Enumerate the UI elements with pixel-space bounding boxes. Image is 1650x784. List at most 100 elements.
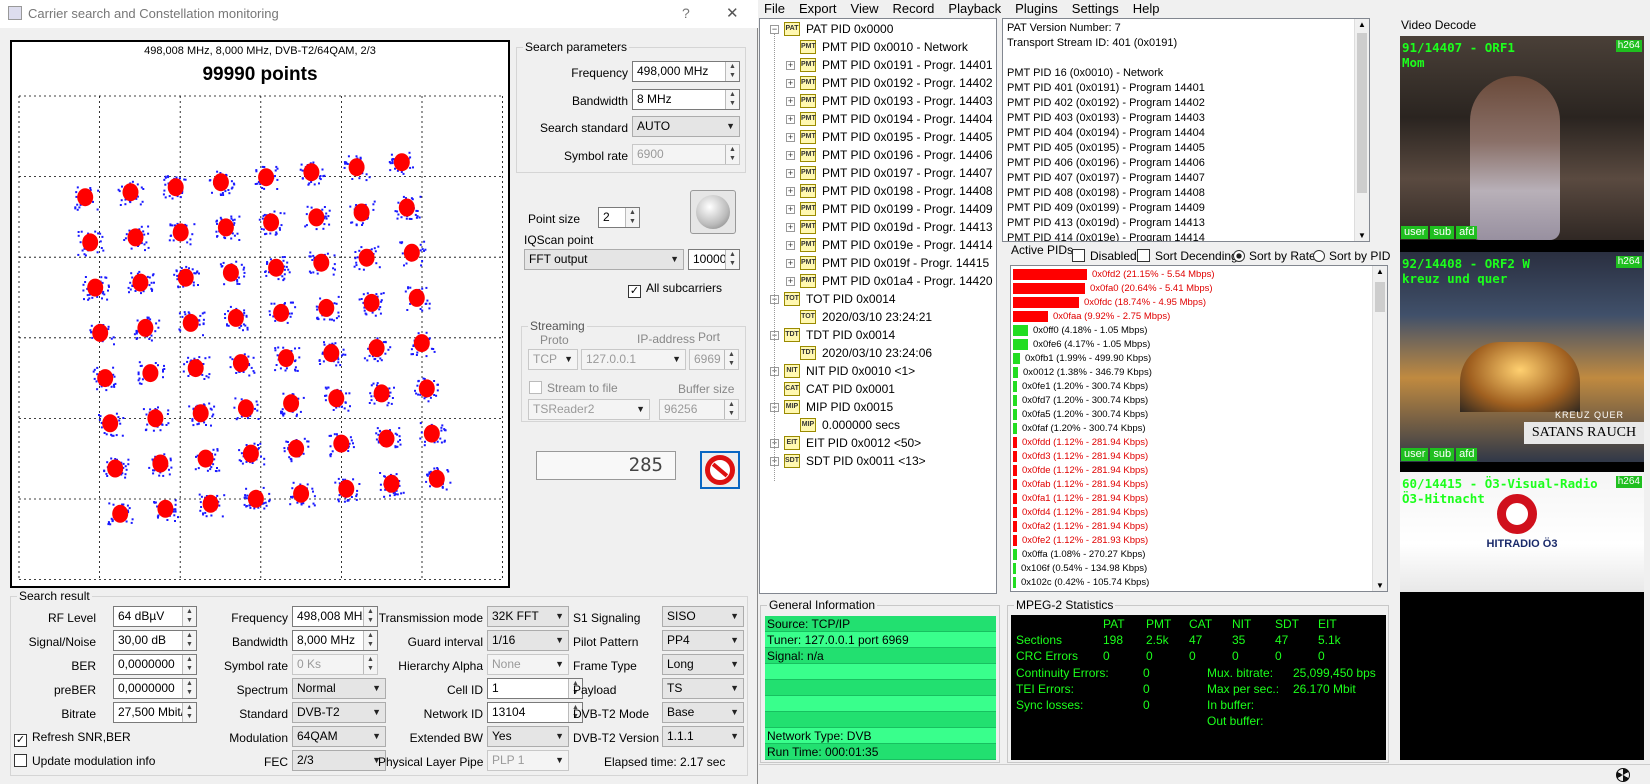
s1-signaling-select[interactable]: SISO ▼ (662, 606, 744, 627)
tree-item[interactable]: TOT 2020/03/10 23:24:21 (760, 308, 996, 326)
video-tag[interactable]: afd (1456, 226, 1478, 239)
tree-item[interactable]: − PAT PAT PID 0x0000 (760, 20, 996, 38)
tree-item[interactable]: + EIT EIT PID 0x0012 <50> (760, 434, 996, 452)
tree-item[interactable]: MIP 0.000000 secs (760, 416, 996, 434)
snr-input[interactable]: 30,00 dB ▲ ▼ (113, 630, 197, 651)
update-modulation-checkbox[interactable]: Update modulation info (14, 754, 155, 768)
iqscan-select[interactable]: FFT output ▼ (524, 249, 684, 270)
expand-icon[interactable]: + (786, 79, 795, 88)
t2-version-select[interactable]: 1.1.1 ▼ (662, 726, 744, 747)
result-frequency-input[interactable]: 498,008 MHz ▲ ▼ (292, 606, 378, 627)
spin-arrows-icon[interactable]: ▲ ▼ (182, 655, 196, 674)
tree-item[interactable]: + SDT SDT PID 0x0011 <13> (760, 452, 996, 470)
refresh-snr-checkbox[interactable]: ✓ Refresh SNR,BER (14, 730, 131, 747)
expand-icon[interactable]: + (786, 277, 795, 286)
rf-level-input[interactable]: 64 dBµV ▲ ▼ (113, 606, 197, 627)
pid-bar-row[interactable]: 0x0fab (1.12% - 281.94 Kbps) (1013, 478, 1371, 491)
standard-select[interactable]: DVB-T2 ▼ (292, 702, 386, 723)
extended-bw-select[interactable]: Yes ▼ (487, 726, 569, 747)
spin-arrows-icon[interactable]: ▲ ▼ (625, 208, 639, 227)
menu-settings[interactable]: Settings (1072, 1, 1119, 16)
menu-record[interactable]: Record (892, 1, 934, 16)
scroll-down-icon[interactable]: ▼ (1358, 231, 1366, 240)
pid-bar-row[interactable]: 0x0fe2 (1.12% - 281.93 Kbps) (1013, 534, 1371, 547)
scroll-up-icon[interactable]: ▲ (1358, 20, 1366, 29)
spin-arrows-icon[interactable]: ▲ ▼ (182, 679, 196, 698)
expand-icon[interactable]: + (786, 133, 795, 142)
expand-icon[interactable]: + (786, 169, 795, 178)
stream-to-file-checkbox[interactable]: Stream to file (529, 381, 618, 395)
menu-help[interactable]: Help (1133, 1, 1160, 16)
video-tag[interactable]: user (1401, 448, 1429, 461)
spin-arrows-icon[interactable]: ▲ ▼ (363, 631, 377, 650)
active-pids-list[interactable]: 0x0fd2 (21.15% - 5.54 Mbps) 0x0fa0 (20.64… (1010, 265, 1388, 592)
expand-icon[interactable]: + (786, 151, 795, 160)
tree-item[interactable]: + PMT PMT PID 0x0199 - Progr. 14409 (760, 200, 996, 218)
tree-item[interactable]: − MIP MIP PID 0x0015 (760, 398, 996, 416)
stop-button[interactable] (700, 451, 740, 489)
pids-scrollbar[interactable]: ▲ ▼ (1372, 266, 1387, 591)
expand-icon[interactable]: + (786, 223, 795, 232)
pid-bar-row[interactable]: 0x0fe1 (1.20% - 300.74 Kbps) (1013, 380, 1371, 393)
pid-bar-row[interactable]: 0x0fde (1.12% - 281.94 Kbps) (1013, 464, 1371, 477)
pid-tree[interactable]: − PAT PAT PID 0x0000 PMT PMT PID 0x0010 - Ne… (759, 18, 997, 594)
symbol-rate-input[interactable]: 6900 ▲ ▼ (632, 144, 740, 165)
expand-icon[interactable]: + (786, 205, 795, 214)
pid-bar-row[interactable]: 0x0fb1 (1.99% - 499.90 Kbps) (1013, 352, 1371, 365)
expand-icon[interactable]: + (786, 241, 795, 250)
pid-bar-row[interactable]: 0x0fd4 (1.12% - 281.94 Kbps) (1013, 506, 1371, 519)
buffer-input[interactable]: 96256 ▲ ▼ (659, 399, 739, 420)
tree-item[interactable]: PMT PMT PID 0x0010 - Network (760, 38, 996, 56)
menu-file[interactable]: File (764, 1, 785, 16)
spin-arrows-icon[interactable]: ▲ ▼ (725, 250, 739, 269)
tree-item[interactable]: + PMT PMT PID 0x01a4 - Progr. 14420 (760, 272, 996, 290)
spin-arrows-icon[interactable]: ▲ ▼ (182, 703, 196, 722)
tree-item[interactable]: + NIT NIT PID 0x0010 <1> (760, 362, 996, 380)
iqscan-count-input[interactable]: 10000 ▲ ▼ (688, 249, 740, 270)
hierarchy-alpha-select[interactable]: None ▼ (487, 654, 569, 675)
menu-playback[interactable]: Playback (948, 1, 1001, 16)
pat-scrollbar[interactable]: ▲ ▼ (1354, 19, 1369, 241)
pid-bar-row[interactable]: 0x0fa5 (1.20% - 300.74 Kbps) (1013, 408, 1371, 421)
guard-interval-select[interactable]: 1/16 ▼ (487, 630, 569, 651)
scroll-down-icon[interactable]: ▼ (1376, 581, 1384, 590)
pid-bar-row[interactable]: 0x0faa (9.92% - 2.75 Mbps) (1013, 310, 1371, 323)
tree-item[interactable]: + PMT PMT PID 0x0197 - Progr. 14407 (760, 164, 996, 182)
tree-item[interactable]: + PMT PMT PID 0x0191 - Progr. 14401 (760, 56, 996, 74)
tree-item[interactable]: + PMT PMT PID 0x019d - Progr. 14413 (760, 218, 996, 236)
tree-item[interactable]: + PMT PMT PID 0x0192 - Progr. 14402 (760, 74, 996, 92)
point-size-input[interactable]: 2 ▲ ▼ (598, 207, 640, 228)
menu-view[interactable]: View (851, 1, 879, 16)
pid-bar-row[interactable]: 0x0fdd (1.12% - 281.94 Kbps) (1013, 436, 1371, 449)
spin-arrows-icon[interactable]: ▲ ▼ (724, 400, 738, 419)
result-bandwidth-input[interactable]: 8,000 MHz ▲ ▼ (292, 630, 378, 651)
pid-bar-row[interactable]: 0x0012 (1.38% - 346.79 Kbps) (1013, 366, 1371, 379)
tree-item[interactable]: TDT 2020/03/10 23:24:06 (760, 344, 996, 362)
close-icon[interactable]: ✕ (726, 4, 739, 22)
frequency-input[interactable]: 498,000 MHz ▲ ▼ (632, 61, 740, 82)
proto-select[interactable]: TCP ▼ (528, 349, 578, 370)
bitrate-input[interactable]: 27,500 Mbit/s ▲ ▼ (113, 702, 197, 723)
video-tag[interactable]: user (1401, 226, 1429, 239)
frame-type-select[interactable]: Long ▼ (662, 654, 744, 675)
pid-bar-row[interactable]: 0x0fd2 (21.15% - 5.54 Mbps) (1013, 268, 1371, 281)
menu-plugins[interactable]: Plugins (1015, 1, 1058, 16)
pid-bar-row[interactable]: 0x0fdc (18.74% - 4.95 Mbps) (1013, 296, 1371, 309)
spin-arrows-icon[interactable]: ▲ ▼ (725, 90, 739, 109)
expand-icon[interactable]: + (786, 187, 795, 196)
port-input[interactable]: 6969 ▲ ▼ (689, 349, 739, 370)
scroll-up-icon[interactable]: ▲ (1376, 267, 1384, 276)
tree-item[interactable]: CAT CAT PID 0x0001 (760, 380, 996, 398)
pid-bar-row[interactable]: 0x0fd3 (1.12% - 281.94 Kbps) (1013, 450, 1371, 463)
result-symbol-rate-input[interactable]: 0 Ks ▲ ▼ (292, 654, 378, 675)
pid-bar-row[interactable]: 0x106f (0.54% - 134.98 Kbps) (1013, 562, 1371, 575)
pid-bar-row[interactable]: 0x0faf (1.20% - 300.74 Kbps) (1013, 422, 1371, 435)
tree-item[interactable]: − TOT TOT PID 0x0014 (760, 290, 996, 308)
search-standard-select[interactable]: AUTO ▼ (632, 116, 740, 137)
ber-input[interactable]: 0,0000000 ▲ ▼ (113, 654, 197, 675)
t2-mode-select[interactable]: Base ▼ (662, 702, 744, 723)
spin-arrows-icon[interactable]: ▲ ▼ (725, 145, 739, 164)
network-id-input[interactable]: 13104 ▲ ▼ (487, 702, 583, 723)
sort-rate-radio[interactable]: Sort by Rate (1233, 249, 1316, 263)
transmission-mode-select[interactable]: 32K FFT ▼ (487, 606, 569, 627)
